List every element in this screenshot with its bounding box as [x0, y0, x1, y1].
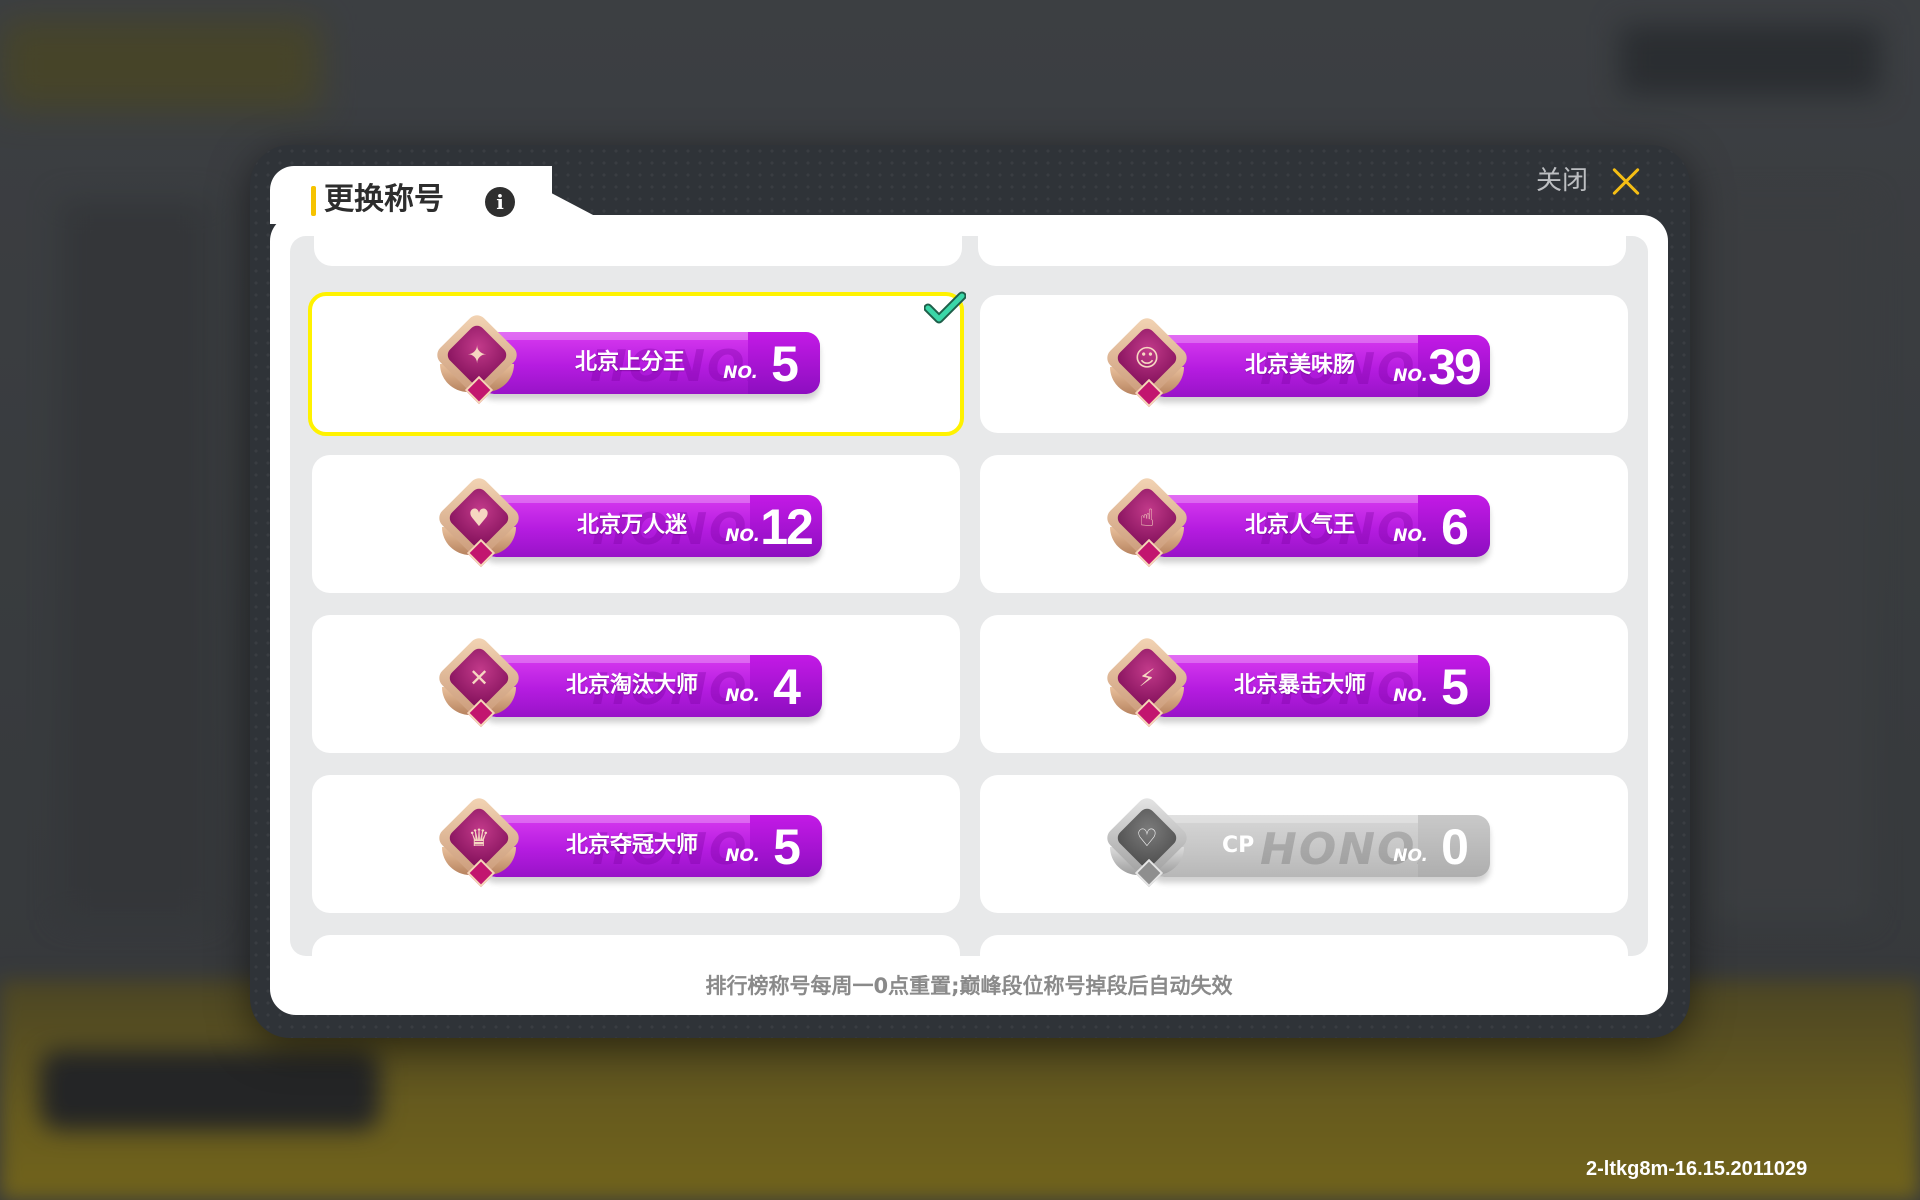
title-plate: HONOR 北京夺冠大师 NO. 5	[482, 815, 822, 877]
title-accent-bar	[311, 186, 316, 216]
title-plate: HONOR CP NO. 0	[1150, 815, 1490, 877]
title-card-4[interactable]: HONOR 北京人气王 NO. 6 ☝	[980, 455, 1628, 593]
title-name: CP	[1222, 833, 1255, 858]
dialog-title: 更换称号	[324, 182, 444, 217]
title-name: 北京万人迷	[576, 513, 687, 538]
rank-number: 4	[773, 659, 801, 715]
smiling-face-icon: ☺	[1103, 314, 1191, 408]
close-label[interactable]: 关闭	[1536, 163, 1588, 199]
list-item-partial-top-right[interactable]	[978, 236, 1626, 266]
build-version-label: 2-ltkg8m-16.15.2011029	[1586, 1158, 1808, 1180]
hearts-icon: ♥	[435, 474, 523, 568]
rank-number: 5	[771, 336, 799, 392]
selected-check-icon	[924, 291, 966, 324]
rank-prefix: NO.	[1393, 686, 1428, 706]
rank-prefix: NO.	[723, 363, 758, 383]
rank-number: 12	[760, 499, 814, 555]
rank-prefix: NO.	[1393, 526, 1428, 546]
title-card-3[interactable]: HONOR 北京万人迷 NO. 12 ♥	[312, 455, 960, 593]
title-plate: HONOR 北京暴击大师 NO. 5	[1150, 655, 1490, 717]
knockout-face-icon: ✕	[435, 634, 523, 728]
info-icon[interactable]: i	[485, 187, 515, 217]
title-badge: HONOR 北京人气王 NO. 6 ☝	[1103, 474, 1500, 568]
title-badge: HONOR 北京淘汰大师 NO. 4 ✕	[435, 634, 832, 728]
list-item-partial-bottom-left[interactable]	[312, 935, 960, 956]
title-plate: HONOR 北京美味肠 NO. 39	[1150, 335, 1490, 397]
title-name: 北京夺冠大师	[565, 833, 698, 858]
speech-hearts-icon: ♡	[1103, 794, 1191, 888]
title-name: 北京淘汰大师	[565, 673, 698, 698]
title-badge: HONOR 北京美味肠 NO. 39 ☺	[1103, 314, 1500, 408]
rank-prefix: NO.	[1393, 846, 1428, 866]
title-name: 北京美味肠	[1244, 353, 1355, 378]
rank-number: 5	[1441, 659, 1469, 715]
title-badge-locked: HONOR CP NO. 0 ♡	[1103, 794, 1500, 888]
title-name: 北京暴击大师	[1233, 673, 1366, 698]
list-item-partial-bottom-right[interactable]	[980, 935, 1628, 956]
list-item-partial-top-left[interactable]	[314, 236, 962, 266]
title-name: 北京人气王	[1244, 513, 1355, 538]
rank-number: 5	[773, 819, 801, 875]
title-card-7[interactable]: HONOR 北京夺冠大师 NO. 5 ♛	[312, 775, 960, 913]
dialog-tab-slant	[500, 166, 595, 216]
reset-rule-note: 排行榜称号每周一0点重置;巅峰段位称号掉段后自动失效	[705, 974, 1233, 998]
title-plate: HONOR 北京上分王 NO. 5	[480, 332, 820, 394]
title-list[interactable]: HONOR 北京上分王 NO. 5 ✦ HONOR 北京美味肠 NO. 39 ☺…	[290, 236, 1648, 956]
rank-number: 0	[1441, 819, 1469, 875]
title-card-2[interactable]: HONOR 北京美味肠 NO. 39 ☺	[980, 295, 1628, 433]
title-badge: HONOR 北京夺冠大师 NO. 5 ♛	[435, 794, 832, 888]
thumbs-up-icon: ☝	[1103, 474, 1191, 568]
rank-number: 39	[1428, 339, 1482, 395]
title-plate: HONOR 北京万人迷 NO. 12	[482, 495, 822, 557]
close-icon[interactable]	[1606, 162, 1646, 202]
title-badge: HONOR 北京暴击大师 NO. 5 ⚡	[1103, 634, 1500, 728]
rank-number: 6	[1441, 499, 1469, 555]
title-card-6[interactable]: HONOR 北京暴击大师 NO. 5 ⚡	[980, 615, 1628, 753]
title-badge: HONOR 北京万人迷 NO. 12 ♥	[435, 474, 832, 568]
title-badge: HONOR 北京上分王 NO. 5 ✦	[433, 311, 830, 405]
title-plate: HONOR 北京淘汰大师 NO. 4	[482, 655, 822, 717]
title-plate: HONOR 北京人气王 NO. 6	[1150, 495, 1490, 557]
rank-prefix: NO.	[725, 846, 760, 866]
rank-prefix: NO.	[725, 526, 760, 546]
star-cluster-icon: ✦	[433, 311, 521, 405]
trophy-icon: ♛	[435, 794, 523, 888]
critical-hit-icon: ⚡	[1103, 634, 1191, 728]
title-card-8[interactable]: HONOR CP NO. 0 ♡	[980, 775, 1628, 913]
rank-prefix: NO.	[1393, 366, 1428, 386]
title-card-5[interactable]: HONOR 北京淘汰大师 NO. 4 ✕	[312, 615, 960, 753]
title-name: 北京上分王	[574, 350, 685, 375]
title-card-1[interactable]: HONOR 北京上分王 NO. 5 ✦	[308, 291, 966, 436]
rank-prefix: NO.	[725, 686, 760, 706]
